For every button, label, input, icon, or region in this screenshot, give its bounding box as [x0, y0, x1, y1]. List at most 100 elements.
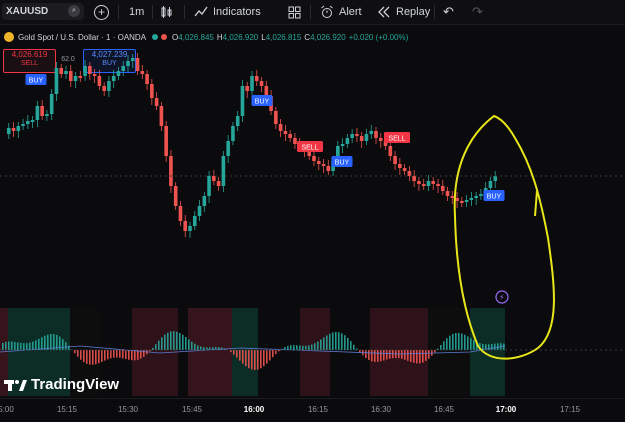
- histogram-bar: [14, 342, 16, 350]
- indicators-label: Indicators: [213, 6, 261, 18]
- candle-body: [279, 124, 283, 131]
- candle-body: [98, 76, 102, 86]
- candle-body: [322, 164, 326, 166]
- candle-body: [174, 186, 178, 206]
- histogram-bar: [416, 350, 418, 363]
- candle-body: [50, 94, 54, 114]
- histogram-bar: [65, 342, 67, 350]
- candle-body: [355, 134, 359, 136]
- histogram-bar: [89, 350, 91, 365]
- add-symbol-button[interactable]: +: [94, 0, 109, 24]
- interval-button[interactable]: 1m: [129, 0, 144, 24]
- histogram-bar: [389, 350, 391, 359]
- histogram-bar: [23, 343, 25, 350]
- histogram-bar: [470, 338, 472, 350]
- histogram-bar: [101, 350, 103, 362]
- chart-type-button[interactable]: [160, 0, 174, 24]
- histogram-bar: [41, 337, 43, 350]
- histogram-bar: [401, 350, 403, 359]
- histogram-bar: [62, 339, 64, 350]
- svg-text:⚡: ⚡: [499, 293, 505, 302]
- candle-body: [150, 84, 154, 98]
- histogram-bar: [314, 343, 316, 350]
- histogram-bar: [482, 344, 484, 350]
- histogram-bar: [35, 340, 37, 350]
- histogram-bar: [407, 350, 409, 361]
- candle-body: [164, 126, 168, 156]
- legend-title: Gold Spot / U.S. Dollar · 1 · OANDA: [18, 33, 146, 42]
- histogram-bar: [107, 350, 109, 359]
- undo-icon: ↶: [443, 4, 454, 20]
- histogram-bar: [452, 334, 454, 350]
- tradingview-logo[interactable]: TradingView: [4, 376, 119, 393]
- histogram-bar: [263, 350, 265, 366]
- alarm-clock-icon: [320, 5, 334, 19]
- histogram-bar: [128, 350, 130, 360]
- indicators-icon: [194, 5, 208, 19]
- histogram-bar: [2, 343, 4, 350]
- candle-body: [183, 221, 187, 231]
- time-axis[interactable]: 5:0015:1515:3015:4516:0016:1516:3016:451…: [0, 398, 625, 422]
- symbol-search[interactable]: XAUUSD ⌕: [2, 3, 84, 20]
- top-toolbar: XAUUSD ⌕ + 1m Indicators Alert Replay ↶ …: [0, 0, 625, 25]
- histogram-bar: [380, 350, 382, 361]
- candle-body: [255, 76, 259, 81]
- histogram-bar: [335, 332, 337, 350]
- candle-body: [470, 198, 474, 200]
- candle-body: [131, 58, 135, 61]
- candle-body: [408, 171, 412, 176]
- histogram-bar: [122, 350, 124, 358]
- candle-body: [21, 124, 25, 126]
- alert-button[interactable]: Alert: [320, 0, 362, 24]
- histogram-bar: [8, 341, 10, 350]
- histogram-bar: [323, 337, 325, 350]
- candle-body: [341, 144, 345, 146]
- candle-body: [317, 161, 321, 164]
- histogram-bar: [494, 344, 496, 350]
- histogram-bar: [443, 341, 445, 350]
- histogram-bar: [11, 342, 13, 350]
- histogram-bar: [110, 350, 112, 358]
- histogram-bar: [200, 347, 202, 350]
- plus-icon: +: [94, 5, 109, 20]
- oscillator-band: [188, 308, 232, 396]
- time-tick: 15:15: [57, 405, 77, 414]
- histogram-bar: [386, 350, 388, 360]
- histogram-bar: [329, 334, 331, 350]
- histogram-bar: [77, 350, 79, 357]
- signal-label: SELL: [301, 145, 318, 152]
- histogram-bar: [182, 335, 184, 350]
- histogram-bar: [134, 350, 136, 360]
- layouts-button[interactable]: [288, 0, 301, 24]
- histogram-bar: [383, 350, 385, 360]
- candle-body: [350, 134, 354, 138]
- candle-body: [236, 116, 240, 126]
- candle-body: [121, 66, 125, 71]
- price-chart[interactable]: BUYBUYSELLBUYSELLBUY ⚡: [0, 46, 625, 398]
- candle-body: [107, 81, 111, 91]
- replay-button[interactable]: Replay: [377, 0, 430, 24]
- candle-body: [141, 71, 145, 74]
- histogram-bar: [161, 337, 163, 350]
- histogram-bar: [464, 335, 466, 350]
- candle-body: [83, 66, 87, 76]
- open-value: 4,026.845: [178, 33, 214, 42]
- time-tick: 16:30: [371, 405, 391, 414]
- candle-body: [12, 128, 16, 131]
- oscillator-band: [300, 308, 330, 396]
- histogram-bar: [191, 342, 193, 350]
- indicators-button[interactable]: Indicators: [194, 0, 261, 24]
- histogram-bar: [80, 350, 82, 360]
- histogram-bar: [44, 336, 46, 350]
- histogram-bar: [131, 350, 133, 360]
- candle-body: [31, 120, 35, 122]
- histogram-bar: [404, 350, 406, 360]
- candle-body: [284, 131, 288, 134]
- redo-button[interactable]: ↷: [472, 0, 483, 24]
- histogram-bar: [344, 335, 346, 350]
- candle-body: [160, 106, 164, 126]
- histogram-bar: [194, 344, 196, 350]
- alert-label: Alert: [339, 6, 362, 18]
- undo-button[interactable]: ↶: [443, 0, 454, 24]
- histogram-bar: [419, 350, 421, 363]
